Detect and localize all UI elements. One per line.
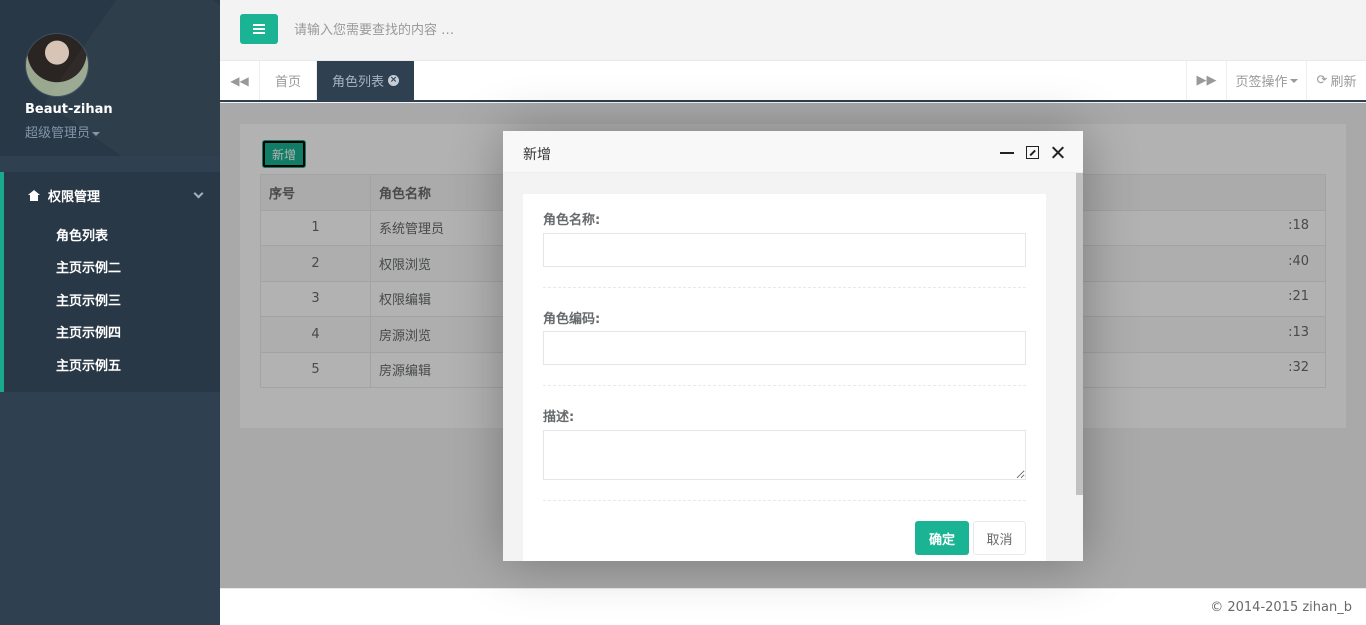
refresh-label: 刷新 — [1330, 75, 1357, 90]
divider — [543, 385, 1026, 386]
nav-group-permissions: 权限管理 角色列表 主页示例二 主页示例三 主页示例四 主页示例五 — [0, 172, 220, 392]
profile-role-label: 超级管理员 — [25, 126, 91, 141]
footer-copyright: © 2014-2015 zihan_b — [1210, 600, 1352, 615]
double-right-arrow-icon: ▶▶ — [1196, 73, 1217, 88]
search-input[interactable] — [294, 18, 694, 42]
minimize-icon[interactable] — [1000, 152, 1014, 154]
profile-name: Beaut-zihan — [25, 102, 113, 117]
avatar[interactable] — [25, 33, 89, 97]
sidebar-item-home-example-3[interactable]: 主页示例三 — [56, 290, 121, 309]
caret-down-icon — [92, 131, 101, 136]
dialog-title: 新增 — [523, 147, 551, 163]
role-code-label: 角色编码: — [543, 312, 601, 327]
close-icon[interactable] — [1051, 145, 1065, 159]
close-tab-icon[interactable]: × — [388, 75, 400, 86]
sidebar-item-role-list[interactable]: 角色列表 — [56, 225, 108, 244]
nav-group-header[interactable]: 权限管理 — [28, 186, 100, 205]
cancel-button[interactable]: 取消 — [973, 521, 1026, 555]
tab-role-list-label: 角色列表 — [332, 75, 385, 90]
role-form: 角色名称: 角色编码: 描述: 确定 取消 — [523, 194, 1046, 561]
tab-operations-label: 页签操作 — [1235, 75, 1288, 90]
tab-role-list[interactable]: 角色列表 × — [317, 61, 415, 100]
scroll-tabs-left-button[interactable]: ◀◀ — [220, 61, 260, 100]
footer: © 2014-2015 zihan_b — [220, 588, 1366, 625]
tab-operations-dropdown[interactable]: 页签操作 — [1226, 61, 1306, 100]
top-bar — [220, 0, 1366, 61]
home-icon — [28, 190, 40, 201]
add-role-dialog: 新增 角色名称: 角色编码: 描述: 确定 取消 — [503, 131, 1083, 561]
sidebar-item-home-example-2[interactable]: 主页示例二 — [56, 257, 121, 276]
caret-down-icon — [1289, 78, 1298, 83]
dialog-scrollbar[interactable] — [1076, 173, 1083, 495]
double-left-arrow-icon: ◀◀ — [230, 73, 249, 88]
tabs-bar: ◀◀ 首页 角色列表 × ▶▶ 页签操作 ⟳ 刷新 — [220, 61, 1366, 102]
refresh-icon: ⟳ — [1316, 73, 1328, 88]
hamburger-icon — [253, 24, 265, 34]
sidebar: Beaut-zihan 超级管理员 权限管理 角色列表 主页示例二 主页示例三 … — [0, 0, 220, 625]
profile-panel: Beaut-zihan 超级管理员 — [0, 0, 220, 156]
divider — [543, 287, 1026, 288]
dialog-header[interactable]: 新增 — [503, 131, 1083, 173]
chevron-down-icon[interactable] — [193, 188, 204, 199]
menu-toggle-button[interactable] — [240, 14, 278, 44]
description-label: 描述: — [543, 410, 575, 425]
role-name-label: 角色名称: — [543, 213, 601, 228]
sidebar-item-home-example-5[interactable]: 主页示例五 — [56, 355, 121, 374]
confirm-button[interactable]: 确定 — [915, 521, 969, 555]
nav-group-label: 权限管理 — [48, 190, 101, 205]
sidebar-item-home-example-4[interactable]: 主页示例四 — [56, 322, 121, 341]
dialog-body: 角色名称: 角色编码: 描述: 确定 取消 — [503, 173, 1083, 561]
scroll-tabs-right-button[interactable]: ▶▶ — [1186, 61, 1226, 100]
role-name-input[interactable] — [543, 233, 1026, 267]
divider — [543, 500, 1026, 501]
profile-role-dropdown[interactable]: 超级管理员 — [25, 122, 101, 141]
tab-home[interactable]: 首页 — [260, 61, 318, 100]
description-textarea[interactable] — [543, 430, 1026, 480]
role-code-input[interactable] — [543, 331, 1026, 365]
refresh-button[interactable]: ⟳ 刷新 — [1306, 61, 1366, 100]
maximize-icon[interactable] — [1026, 146, 1039, 159]
